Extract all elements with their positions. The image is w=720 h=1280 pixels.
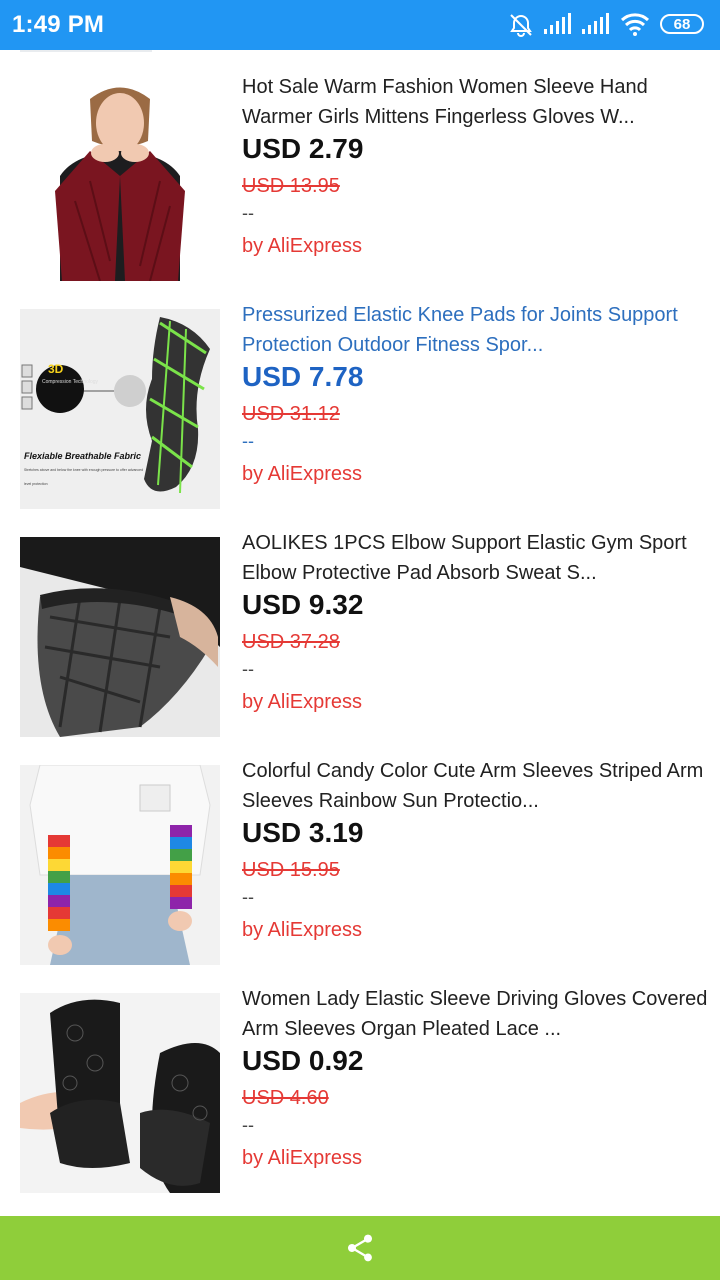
- previous-item-edge: [20, 50, 152, 52]
- product-title[interactable]: Hot Sale Warm Fashion Women Sleeve Hand …: [242, 72, 717, 132]
- product-price: USD 2.79: [242, 133, 364, 164]
- product-price: USD 9.32: [242, 589, 364, 620]
- product-image[interactable]: [20, 765, 220, 965]
- product-item[interactable]: AOLIKES 1PCS Elbow Support Elastic Gym S…: [0, 532, 720, 765]
- share-button[interactable]: [344, 1232, 376, 1264]
- thumb-subtext-1: Stretches above and below the knee with …: [24, 468, 143, 472]
- share-icon[interactable]: [344, 1232, 376, 1264]
- product-seller: by AliExpress: [242, 235, 363, 257]
- product-extra: --: [242, 659, 254, 679]
- product-item[interactable]: Hot Sale Warm Fashion Women Sleeve Hand …: [0, 76, 720, 309]
- product-extra: --: [242, 203, 254, 223]
- product-seller: by AliExpress: [242, 919, 363, 941]
- product-original-price: USD 13.95: [242, 175, 340, 197]
- product-extra: --: [242, 887, 254, 907]
- product-image[interactable]: [20, 537, 220, 737]
- product-price: USD 0.92: [242, 1045, 364, 1076]
- alarm-off-icon: [510, 14, 532, 37]
- status-bar: 1:49 PM 68: [0, 0, 720, 50]
- signal-icon: [582, 13, 609, 34]
- product-item-selected[interactable]: 3D Compression Technology Flexiable Brea…: [0, 304, 720, 537]
- product-item[interactable]: Colorful Candy Color Cute Arm Sleeves St…: [0, 760, 720, 993]
- product-price: USD 7.78: [242, 361, 364, 392]
- product-extra: --: [242, 431, 254, 451]
- thumb-subtext-2: level protection: [24, 482, 48, 486]
- product-title[interactable]: AOLIKES 1PCS Elbow Support Elastic Gym S…: [242, 528, 717, 588]
- product-seller: by AliExpress: [242, 463, 363, 485]
- thumb-tech-text: Compression Technology: [42, 379, 99, 385]
- product-image[interactable]: [20, 81, 220, 281]
- product-seller: by AliExpress: [242, 1147, 363, 1169]
- battery-icon: 68: [660, 14, 704, 34]
- side-icons: [21, 364, 33, 410]
- product-list[interactable]: Hot Sale Warm Fashion Women Sleeve Hand …: [0, 50, 720, 1216]
- status-time: 1:49 PM: [12, 11, 105, 38]
- product-image[interactable]: 3D Compression Technology Flexiable Brea…: [20, 309, 220, 509]
- product-item[interactable]: Women Lady Elastic Sleeve Driving Gloves…: [0, 988, 720, 1216]
- product-title[interactable]: Pressurized Elastic Knee Pads for Joints…: [242, 300, 717, 360]
- bottom-bar: [0, 1216, 720, 1280]
- product-title[interactable]: Women Lady Elastic Sleeve Driving Gloves…: [242, 984, 717, 1044]
- product-original-price: USD 4.60: [242, 1087, 329, 1109]
- product-original-price: USD 15.95: [242, 859, 340, 881]
- thumb-badge-text: 3D: [48, 362, 64, 376]
- product-image[interactable]: [20, 993, 220, 1193]
- product-original-price: USD 31.12: [242, 403, 340, 425]
- signal-icon: [544, 13, 571, 34]
- product-title[interactable]: Colorful Candy Color Cute Arm Sleeves St…: [242, 756, 717, 816]
- product-seller: by AliExpress: [242, 691, 363, 713]
- wifi-icon: [620, 13, 650, 36]
- product-price: USD 3.19: [242, 817, 364, 848]
- status-icons: 68: [508, 12, 708, 40]
- product-original-price: USD 37.28: [242, 631, 340, 653]
- thumb-caption: Flexiable Breathable Fabric: [24, 451, 141, 461]
- product-extra: --: [242, 1115, 254, 1135]
